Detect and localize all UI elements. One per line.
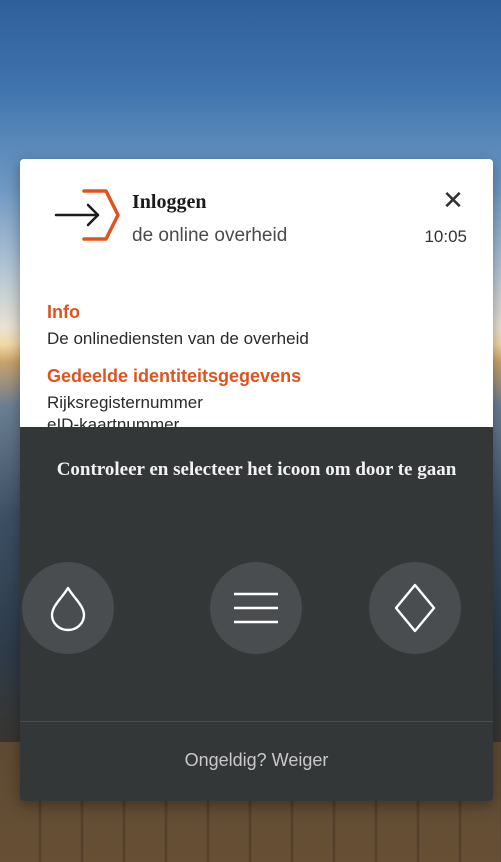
info-text: De onlinediensten van de overheid <box>47 329 309 348</box>
request-details-panel: Inloggen de online overheid ✕ 10:05 Info… <box>20 159 493 434</box>
menu-lines-icon <box>234 592 278 624</box>
login-arrow-hexagon-icon <box>54 189 120 241</box>
shared-data-heading: Gedeelde identiteitsgegevens <box>47 366 302 386</box>
verification-panel: Controleer en selecteer het icoon om doo… <box>20 427 493 801</box>
choice-diamond-button[interactable] <box>369 562 461 654</box>
verification-instruction: Controleer en selecteer het icoon om doo… <box>56 459 457 480</box>
app-title: Inloggen <box>132 191 207 213</box>
info-heading: Info <box>47 302 80 322</box>
reject-button[interactable]: Ongeldig? Weiger <box>20 750 493 771</box>
shared-data-item: Rijksregisternummer <box>47 393 203 412</box>
login-request-card: Inloggen de online overheid ✕ 10:05 Info… <box>20 159 493 801</box>
diamond-icon <box>394 583 436 633</box>
request-time: 10:05 <box>424 227 467 246</box>
choice-menu-lines-button[interactable] <box>210 562 302 654</box>
close-icon[interactable]: ✕ <box>438 185 468 215</box>
drop-icon <box>50 586 86 632</box>
divider <box>20 721 493 722</box>
choice-drop-button[interactable] <box>22 562 114 654</box>
app-subtitle: de online overheid <box>132 225 288 246</box>
